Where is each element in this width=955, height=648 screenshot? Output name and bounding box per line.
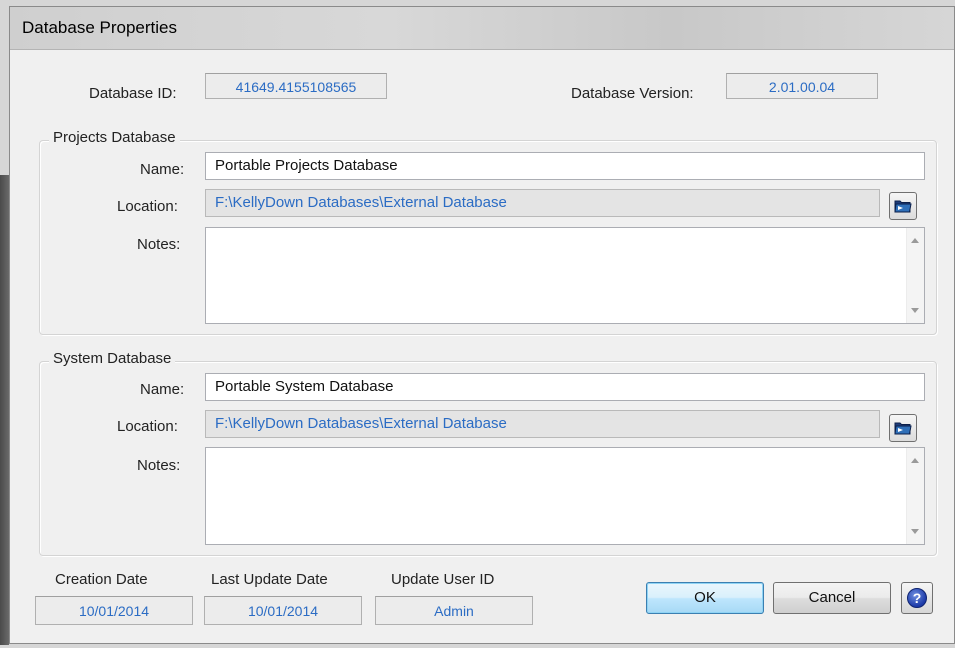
projects-notes-scrollbar[interactable] xyxy=(906,228,924,323)
system-database-group-label: System Database xyxy=(49,350,176,367)
scroll-down-arrow-icon[interactable] xyxy=(911,529,919,534)
system-browse-button[interactable] xyxy=(889,414,917,442)
projects-location-field: F:\KellyDown Databases\External Database xyxy=(205,189,880,217)
database-id-field: 41649.4155108565 xyxy=(205,73,387,99)
database-properties-dialog: Database Properties Database ID: 41649.4… xyxy=(9,6,955,644)
system-location-label: Location: xyxy=(117,418,178,435)
system-notes-scrollbar[interactable] xyxy=(906,448,924,544)
projects-notes-textarea[interactable] xyxy=(205,227,925,324)
scroll-up-arrow-icon[interactable] xyxy=(911,458,919,463)
window-title: Database Properties xyxy=(22,18,177,37)
system-notes-textarea[interactable] xyxy=(205,447,925,545)
creation-date-field: 10/01/2014 xyxy=(35,596,193,625)
update-user-id-field: Admin xyxy=(375,596,533,625)
folder-icon xyxy=(894,422,912,435)
projects-database-group-label: Projects Database xyxy=(49,129,180,146)
update-user-id-label: Update User ID xyxy=(391,571,495,588)
dialog-body: Database ID: 41649.4155108565 Database V… xyxy=(10,50,954,643)
title-bar[interactable]: Database Properties xyxy=(10,7,954,50)
projects-browse-button[interactable] xyxy=(889,192,917,220)
projects-notes-label: Notes: xyxy=(137,236,181,253)
scroll-up-arrow-icon[interactable] xyxy=(911,238,919,243)
system-name-label: Name: xyxy=(140,381,185,398)
folder-icon xyxy=(894,200,912,213)
last-update-date-field: 10/01/2014 xyxy=(204,596,362,625)
database-version-label: Database Version: xyxy=(571,85,694,102)
database-id-label: Database ID: xyxy=(89,85,177,102)
last-update-date-label: Last Update Date xyxy=(211,571,328,588)
scroll-down-arrow-icon[interactable] xyxy=(911,308,919,313)
projects-name-input[interactable]: Portable Projects Database xyxy=(205,152,925,180)
system-location-field: F:\KellyDown Databases\External Database xyxy=(205,410,880,438)
system-name-input[interactable]: Portable System Database xyxy=(205,373,925,401)
help-icon: ? xyxy=(907,588,927,608)
cancel-button[interactable]: Cancel xyxy=(773,582,891,614)
database-version-field: 2.01.00.04 xyxy=(726,73,878,99)
background-edge xyxy=(0,175,9,645)
creation-date-label: Creation Date xyxy=(55,571,148,588)
projects-name-label: Name: xyxy=(140,161,185,178)
help-button[interactable]: ? xyxy=(901,582,933,614)
system-notes-label: Notes: xyxy=(137,457,181,474)
projects-location-label: Location: xyxy=(117,198,178,215)
ok-button[interactable]: OK xyxy=(646,582,764,614)
